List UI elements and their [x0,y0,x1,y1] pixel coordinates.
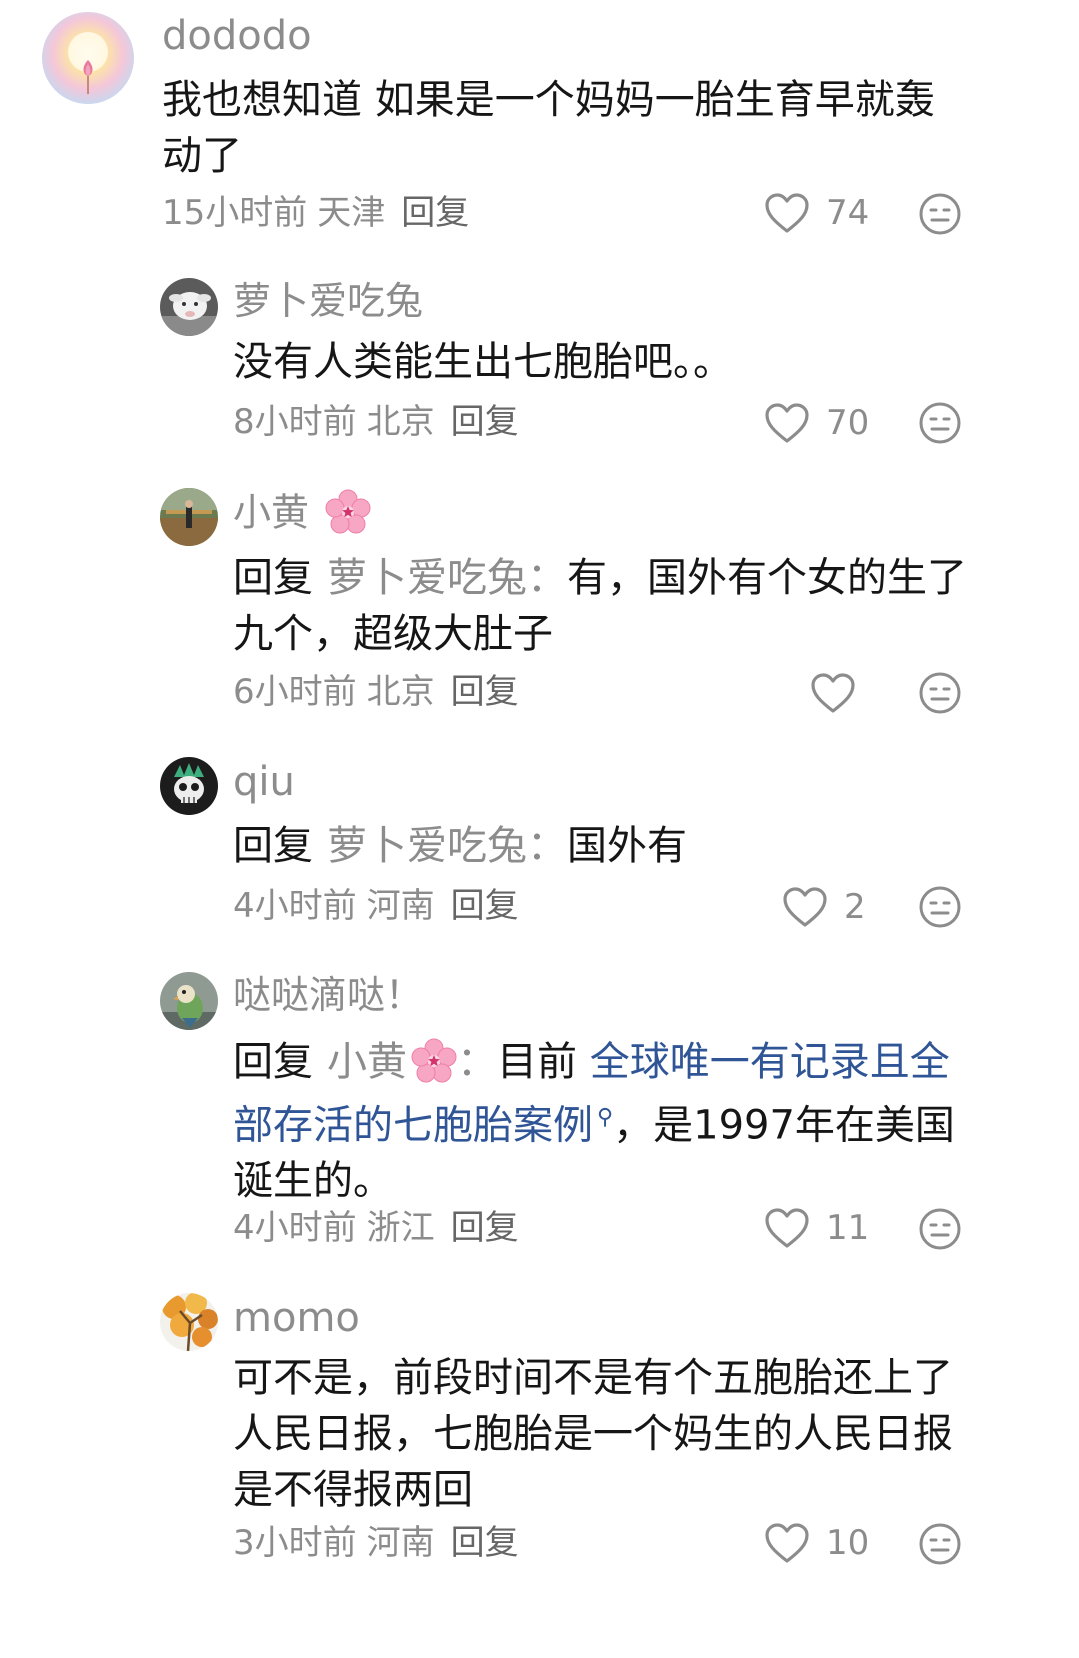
avatar-parrot-icon[interactable] [160,972,218,1030]
comment-time: 4小时前 [233,886,357,926]
dislike-button[interactable] [918,1207,962,1251]
like-button[interactable]: 2 [782,884,866,930]
comment-meta: 15小时前 天津 回复 [162,196,479,230]
heart-icon [765,1208,809,1248]
dislike-button[interactable] [918,885,962,929]
username[interactable]: 哒哒滴哒！ [233,976,423,1014]
comment-body: 国外有 [567,823,687,869]
comment-meta: 4小时前 河南 回复 [233,889,529,923]
comment-time: 3小时前 [233,1523,357,1563]
comment-time: 6小时前 [233,672,357,712]
like-button[interactable]: 74 [764,190,869,236]
username-text: 小黄 [233,490,310,535]
heart-icon [765,403,809,443]
like-button[interactable]: 11 [764,1205,869,1251]
username[interactable]: momo [233,1298,360,1338]
meh-face-icon [919,193,961,235]
username[interactable]: qiu [233,762,295,802]
reply-button[interactable]: 回复 [451,402,519,442]
comment-text: 回复 萝卜爱吃兔：国外有 [233,818,973,874]
dislike-button[interactable] [918,671,962,715]
reply-prefix: 回复 [233,1039,313,1085]
reply-to-suffix: ： [457,1039,497,1085]
reply-button[interactable]: 回复 [451,1208,519,1248]
reply-button[interactable]: 回复 [451,672,519,712]
heart-icon [765,193,809,233]
avatar-park-photo-icon[interactable] [160,488,218,546]
reply-to-user[interactable]: 萝卜爱吃兔： [327,555,567,601]
reply-to-user[interactable]: 萝卜爱吃兔： [327,823,567,869]
reply-to-user[interactable]: 小黄 ： [327,1038,497,1085]
comment-text: 回复 小黄 ：目前 全球唯一有记录且全部存活的七胞胎案例 ⚲，是1997年在美国诞生… [233,1034,973,1209]
comment-meta: 4小时前 浙江 回复 [233,1211,529,1245]
reply-prefix: 回复 [233,555,313,601]
username[interactable]: 小黄 [233,489,371,538]
comment-text: 没有人类能生出七胞胎吧。。 [233,339,733,385]
like-button[interactable] [810,670,856,716]
like-button[interactable]: 10 [764,1520,869,1566]
search-link-icon[interactable]: ⚲ [597,1105,613,1130]
like-button[interactable]: 70 [764,400,869,446]
like-count: 2 [844,887,866,927]
avatar-autumn-tree-icon[interactable] [160,1293,218,1351]
meh-face-icon [919,402,961,444]
comment-location: 河南 [366,1523,435,1563]
comment-text: 回复 萝卜爱吃兔：有，国外有个女的生了九个，超级大肚子 [233,550,973,662]
like-count: 70 [826,403,870,443]
heart-icon [765,1523,809,1563]
username[interactable]: dododo [162,16,312,56]
meh-face-icon [919,1523,961,1565]
comment-location: 北京 [366,672,435,712]
reply-button[interactable]: 回复 [451,886,519,926]
comment-location: 北京 [366,402,435,442]
meh-face-icon [919,886,961,928]
dislike-button[interactable] [918,1522,962,1566]
reply-button[interactable]: 回复 [451,1523,519,1563]
comment-body-before: 目前 [497,1039,590,1085]
comment-time: 15小时前 [162,193,308,233]
reply-button[interactable]: 回复 [401,193,469,233]
dislike-button[interactable] [918,192,962,236]
comment-time: 4小时前 [233,1208,357,1248]
username[interactable]: 萝卜爱吃兔 [233,282,423,320]
comment-location: 天津 [317,193,386,233]
cherry-blossom-icon [325,489,371,534]
comment-meta: 8小时前 北京 回复 [233,405,529,439]
comment-location: 浙江 [366,1208,435,1248]
like-count: 10 [826,1523,870,1563]
comment-location: 河南 [366,886,435,926]
meh-face-icon [919,1208,961,1250]
like-count: 11 [826,1208,870,1248]
comment-text: 我也想知道 如果是一个妈妈一胎生育早就轰动了 [162,77,935,179]
heart-icon [811,673,855,713]
avatar-lamb-icon[interactable] [160,278,218,336]
comment-time: 8小时前 [233,402,357,442]
reply-prefix: 回复 [233,823,313,869]
like-count: 74 [826,193,870,233]
dislike-button[interactable] [918,401,962,445]
comment-meta: 3小时前 河南 回复 [233,1526,529,1560]
reply-to-user-name: 小黄 [327,1039,407,1085]
comment-text: 可不是，前段时间不是有个五胞胎还上了人民日报，七胞胎是一个妈生的人民日报是不得报… [233,1355,953,1513]
heart-icon [783,887,827,927]
avatar-lotus-icon[interactable] [42,12,134,104]
avatar-skull-icon[interactable] [160,757,218,815]
cherry-blossom-icon [411,1038,457,1083]
meh-face-icon [919,672,961,714]
comment-meta: 6小时前 北京 回复 [233,675,529,709]
